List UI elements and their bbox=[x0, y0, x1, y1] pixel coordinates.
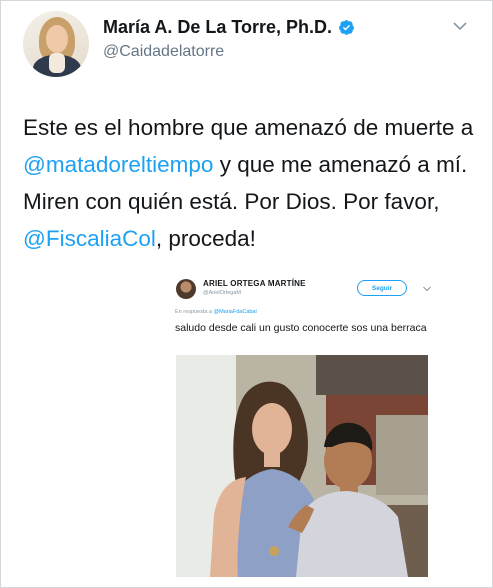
author-display-name[interactable]: María A. De La Torre, Ph.D. bbox=[103, 17, 332, 38]
embedded-tweet-text: saludo desde cali un gusto conocerte sos… bbox=[175, 322, 427, 334]
follow-button: Seguir bbox=[357, 280, 407, 296]
photo-illustration bbox=[176, 355, 428, 577]
reply-mention: @MariaFdaCabal bbox=[213, 309, 257, 315]
tweet-text-part: Este es el hombre que amenazó de muerte … bbox=[23, 115, 474, 140]
mention-link-matadoreltiempo[interactable]: @matadoreltiempo bbox=[23, 152, 213, 177]
embedded-photo bbox=[176, 355, 428, 577]
embedded-handle: @ArielOrtegaM bbox=[203, 290, 241, 296]
chevron-down-icon bbox=[423, 286, 431, 292]
tweet-card: María A. De La Torre, Ph.D. @Caidadelato… bbox=[0, 0, 493, 588]
mention-link-fiscaliacol[interactable]: @FiscaliaCol bbox=[23, 226, 156, 251]
author-handle[interactable]: @Caidadelatorre bbox=[103, 43, 224, 61]
author-row: María A. De La Torre, Ph.D. bbox=[103, 17, 355, 38]
tweet-text: Este es el hombre que amenazó de muerte … bbox=[23, 109, 485, 257]
profile-avatar[interactable] bbox=[23, 11, 89, 77]
reply-prefix: En respuesta a bbox=[175, 309, 214, 315]
verified-badge-icon bbox=[339, 20, 354, 35]
embedded-avatar bbox=[176, 279, 196, 299]
reply-context: En respuesta a @MariaFdaCabal bbox=[175, 309, 257, 315]
embedded-tweet-image[interactable]: ARIEL ORTEGA MARTÍNE @ArielOrtegaM Segui… bbox=[161, 273, 447, 577]
embedded-display-name: ARIEL ORTEGA MARTÍNE bbox=[203, 279, 306, 288]
tweet-text-part: , proceda! bbox=[155, 226, 256, 251]
chevron-down-icon[interactable] bbox=[453, 21, 467, 31]
